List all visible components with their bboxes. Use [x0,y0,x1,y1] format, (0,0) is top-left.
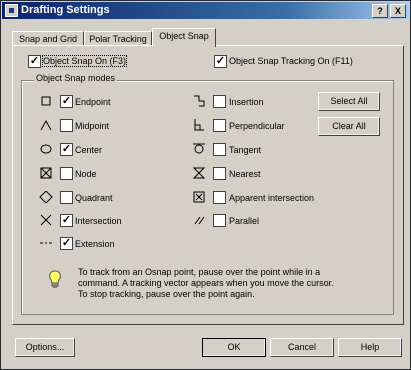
center-label[interactable]: Center [75,145,102,155]
intersection-label[interactable]: Intersection [75,216,122,226]
intersection-checkbox[interactable]: ✓ [60,214,73,227]
crossed-square-icon [40,167,52,179]
center-checkbox[interactable]: ✓ [60,143,73,156]
info-line: command. A tracking vector appears when … [78,278,334,288]
close-title-button[interactable]: X [390,4,406,18]
select-all-button[interactable]: Select All [318,92,380,111]
dash-line-icon [40,242,52,244]
nearest-checkbox[interactable] [213,167,226,180]
x-cross-icon [40,214,52,226]
perpendicular-checkbox[interactable] [213,119,226,132]
options-button[interactable]: Options... [15,338,75,357]
diamond-icon [39,191,53,203]
info-line: To track from an Osnap point, pause over… [78,267,321,277]
parallel-label[interactable]: Parallel [229,216,259,226]
triangle-icon [40,119,52,131]
tangent-icon [193,143,205,154]
help-title-button[interactable]: ? [372,4,388,18]
perpendicular-label[interactable]: Perpendicular [229,121,285,131]
lightbulb-icon [49,270,61,288]
title-bar[interactable]: Drafting Settings ? X [2,2,409,19]
insertion-icon [194,95,205,107]
app-icon [5,4,18,17]
quadrant-label[interactable]: Quadrant [75,193,113,203]
apparent-intersection-icon [193,191,205,203]
tracking-on-label[interactable]: Object Snap Tracking On (F11) [229,56,353,66]
parallel-icon [194,216,205,225]
midpoint-checkbox[interactable] [60,119,73,132]
node-checkbox[interactable] [60,167,73,180]
parallel-checkbox[interactable] [213,214,226,227]
drafting-settings-dialog: Drafting Settings ? X Snap and Grid Pola… [0,0,411,370]
hourglass-icon [192,167,206,179]
square-icon [41,96,51,106]
endpoint-checkbox[interactable]: ✓ [60,95,73,108]
perpendicular-icon [194,119,204,131]
midpoint-label[interactable]: Midpoint [75,121,109,131]
apparent-intersection-checkbox[interactable] [213,191,226,204]
insertion-checkbox[interactable] [213,95,226,108]
extension-label[interactable]: Extension [75,239,115,249]
node-label[interactable]: Node [75,169,97,179]
tangent-label[interactable]: Tangent [229,145,261,155]
object-snap-modes-title: Object Snap modes [34,73,118,83]
extension-checkbox[interactable]: ✓ [60,237,73,250]
object-snap-on-checkbox[interactable]: ✓ [28,55,41,68]
cancel-button[interactable]: Cancel [270,338,334,357]
clear-all-button[interactable]: Clear All [318,117,380,136]
info-line: To stop tracking, pause over the point a… [78,289,255,299]
apparent-intersection-label[interactable]: Apparent intersection [229,193,314,203]
nearest-label[interactable]: Nearest [229,169,261,179]
circle-icon [40,144,52,154]
tab-object-snap[interactable]: Object Snap [152,28,216,47]
ok-button[interactable]: OK [202,338,266,357]
tracking-info-text: To track from an Osnap point, pause over… [78,267,334,300]
quadrant-checkbox[interactable] [60,191,73,204]
insertion-label[interactable]: Insertion [229,97,264,107]
tangent-checkbox[interactable] [213,143,226,156]
endpoint-label[interactable]: Endpoint [75,97,111,107]
tracking-on-checkbox[interactable]: ✓ [214,55,227,68]
help-button[interactable]: Help [338,338,402,357]
object-snap-on-label[interactable]: Object Snap On (F3) [41,55,128,67]
window-title: Drafting Settings [21,4,110,16]
